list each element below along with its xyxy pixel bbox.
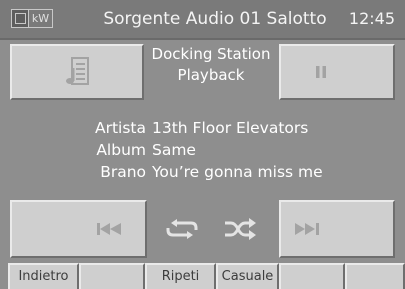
album-value: Same: [152, 141, 196, 159]
back-button[interactable]: Indietro: [8, 263, 79, 289]
header-bar: kW Sorgente Audio 01 Salotto 12:45: [0, 0, 405, 40]
song-label: Brano: [100, 163, 146, 181]
previous-track-icon: [96, 223, 121, 235]
source-line-1: Docking Station: [151, 45, 271, 63]
shuffle-button[interactable]: Casuale: [216, 263, 279, 289]
clock: 12:45: [348, 9, 395, 28]
pause-icon: [316, 66, 326, 78]
home-logo[interactable]: kW: [11, 9, 53, 28]
pause-button[interactable]: [279, 44, 395, 100]
song-value: You’re gonna miss me: [152, 163, 323, 181]
artist-label: Artista: [94, 119, 146, 137]
empty-soft-key-3[interactable]: [345, 263, 405, 289]
repeat-toggle[interactable]: [165, 218, 199, 244]
page-title: Sorgente Audio 01 Salotto: [103, 9, 327, 29]
next-track-icon: [295, 223, 319, 235]
album-label: Album: [96, 141, 146, 159]
empty-soft-key-1[interactable]: [79, 263, 145, 289]
previous-track-button[interactable]: [10, 200, 147, 258]
grid-icon: [12, 10, 29, 27]
next-track-button[interactable]: [279, 200, 395, 258]
shuffle-toggle[interactable]: [223, 218, 257, 244]
repeat-icon: [166, 219, 198, 239]
source-info: Docking Station Playback: [146, 44, 276, 86]
artist-value: 13th Floor Elevators: [152, 119, 309, 137]
playlist-button[interactable]: [10, 44, 144, 100]
repeat-button[interactable]: Ripeti: [145, 263, 216, 289]
track-labels: Artista Album Brano: [0, 117, 146, 183]
shuffle-icon: [225, 218, 256, 240]
playlist-icon: [66, 57, 89, 85]
source-line-2: Playback: [177, 66, 245, 84]
logo-text: kW: [31, 12, 50, 25]
empty-soft-key-2[interactable]: [279, 263, 345, 289]
track-values: 13th Floor Elevators Same You’re gonna m…: [152, 117, 402, 183]
